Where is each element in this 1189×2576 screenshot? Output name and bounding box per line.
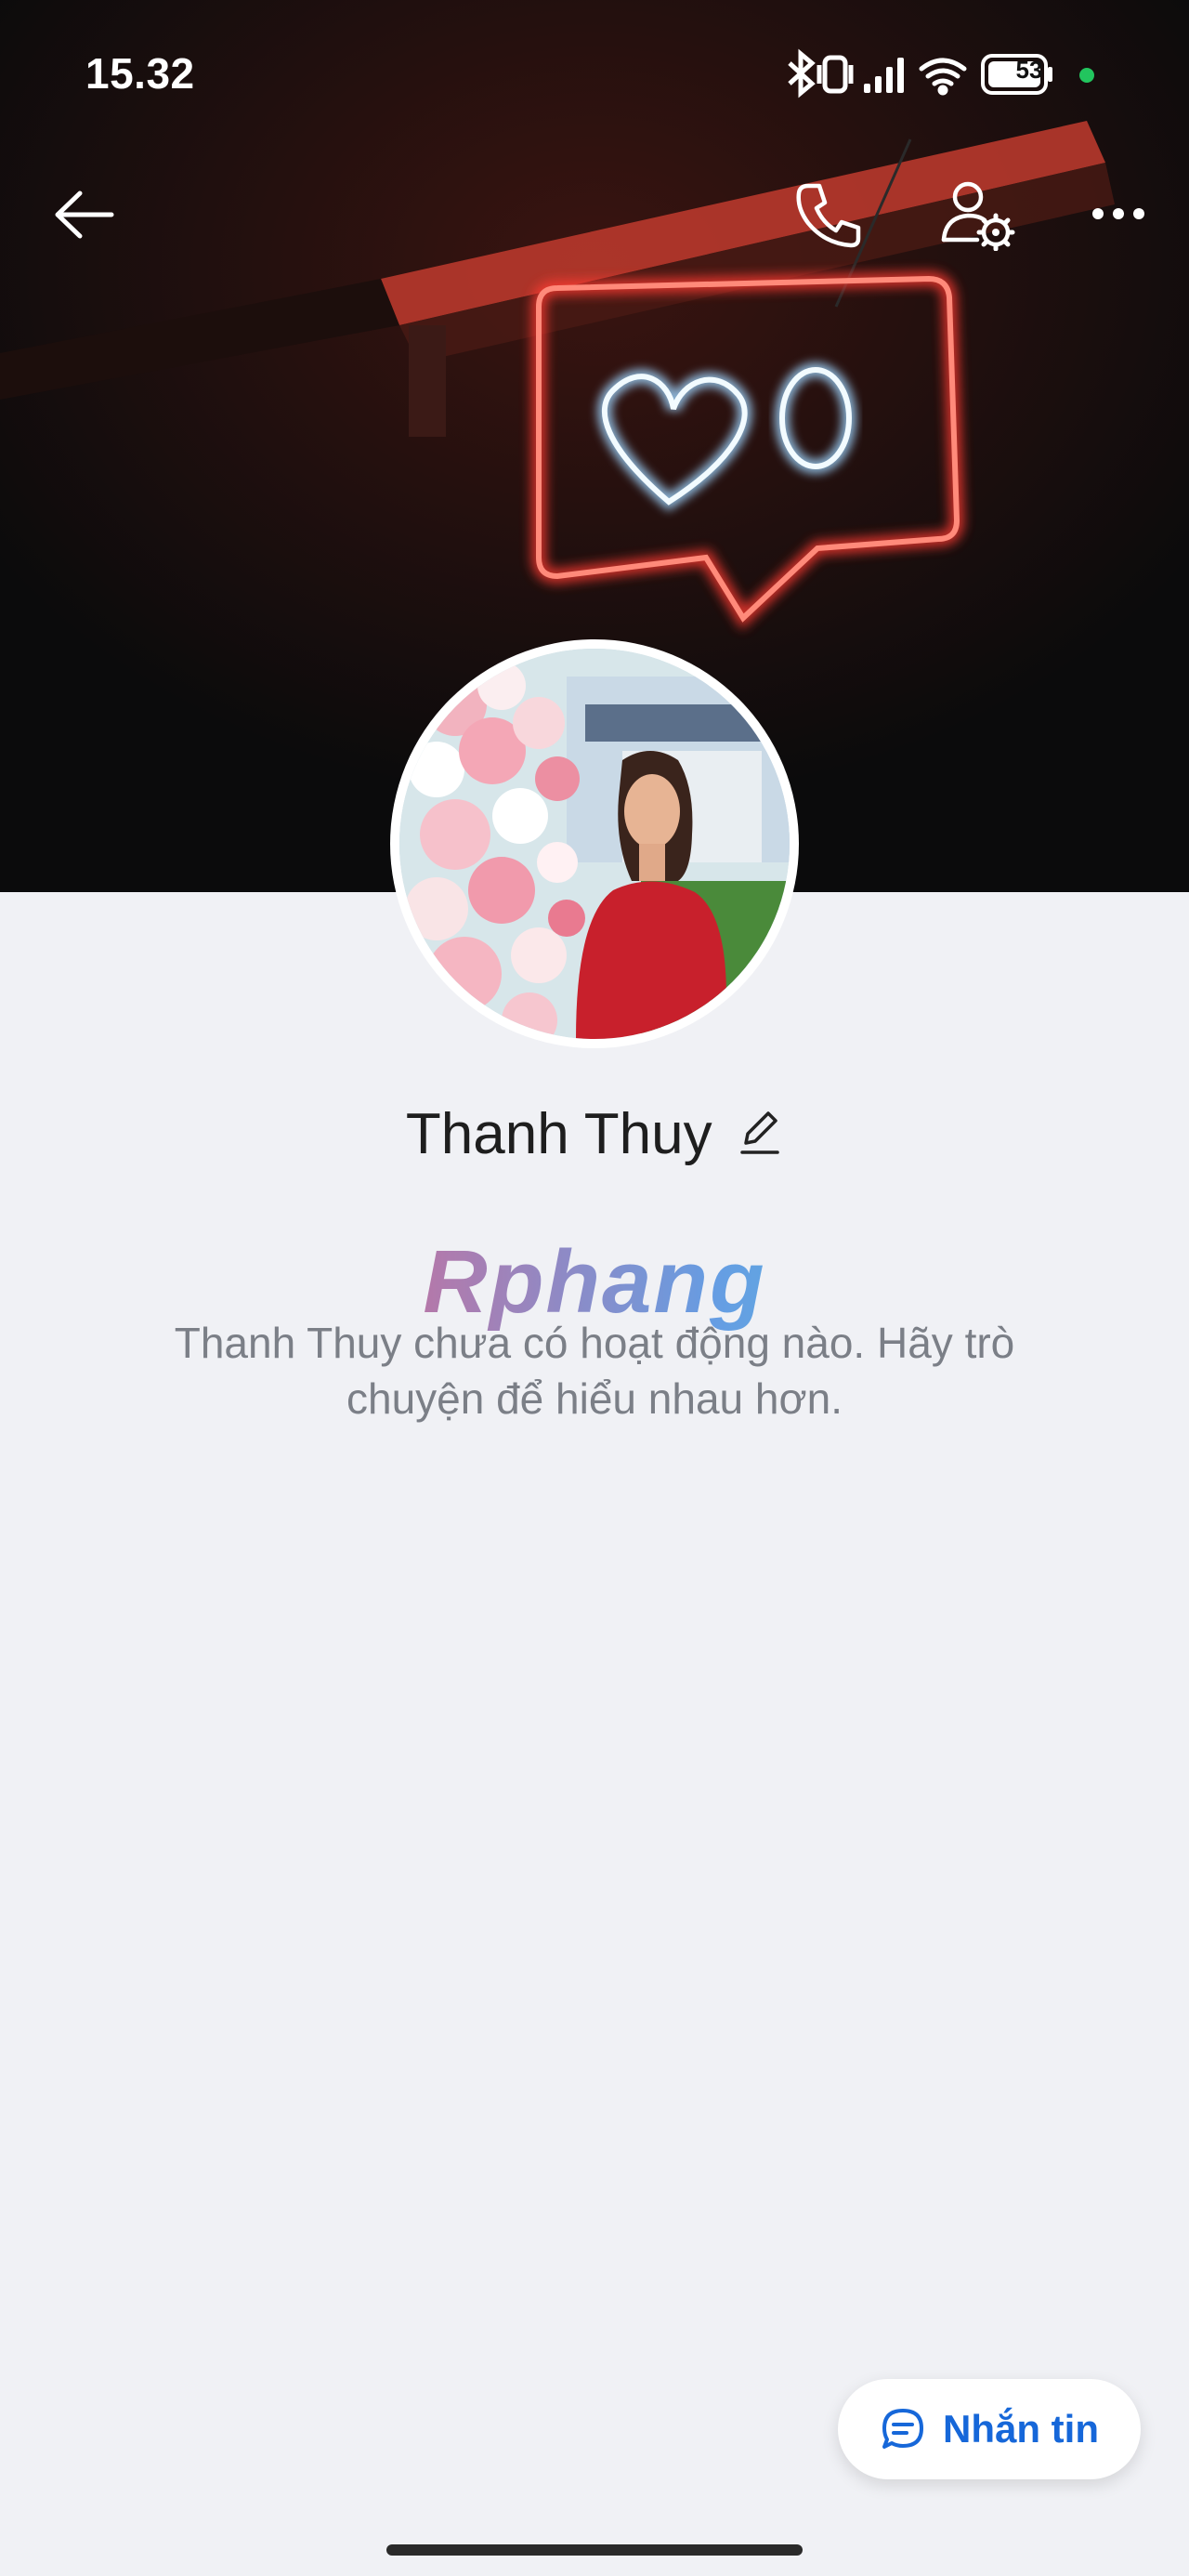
profile-name-row: Thanh Thuy [0, 1101, 1189, 1167]
signal-icon [864, 58, 904, 93]
status-icons [788, 48, 1094, 99]
status-bar: 15.32 53 [0, 0, 1189, 149]
chat-bubble-icon [882, 2409, 923, 2449]
bluetooth-icon [788, 48, 816, 99]
message-button[interactable]: Nhắn tin [838, 2379, 1141, 2479]
profile-name: Thanh Thuy [405, 1102, 712, 1166]
avatar-photo [399, 649, 790, 1039]
pencil-icon [740, 1111, 779, 1154]
avatar-image [399, 649, 790, 1039]
profile-settings-button[interactable] [936, 177, 1020, 256]
edit-name-button[interactable] [737, 1106, 783, 1163]
vibrate-icon [817, 55, 854, 94]
battery-level: 53 [1015, 56, 1043, 84]
user-settings-icon [941, 181, 1015, 252]
status-time: 15.32 [85, 49, 195, 98]
call-button[interactable] [791, 178, 866, 254]
empty-state-message: Thanh Thuy chưa có hoạt động nào. Hãy tr… [174, 1319, 1015, 1423]
more-button[interactable] [1087, 195, 1152, 237]
privacy-dot-icon [1079, 68, 1094, 83]
back-button[interactable] [46, 182, 121, 252]
arrow-left-icon [55, 191, 114, 239]
home-indicator[interactable] [386, 2544, 803, 2556]
profile-avatar[interactable] [390, 639, 799, 1048]
phone-icon [796, 183, 861, 248]
wifi-icon [919, 58, 967, 96]
more-horizontal-icon [1092, 208, 1144, 219]
message-button-label: Nhắn tin [943, 2407, 1099, 2451]
